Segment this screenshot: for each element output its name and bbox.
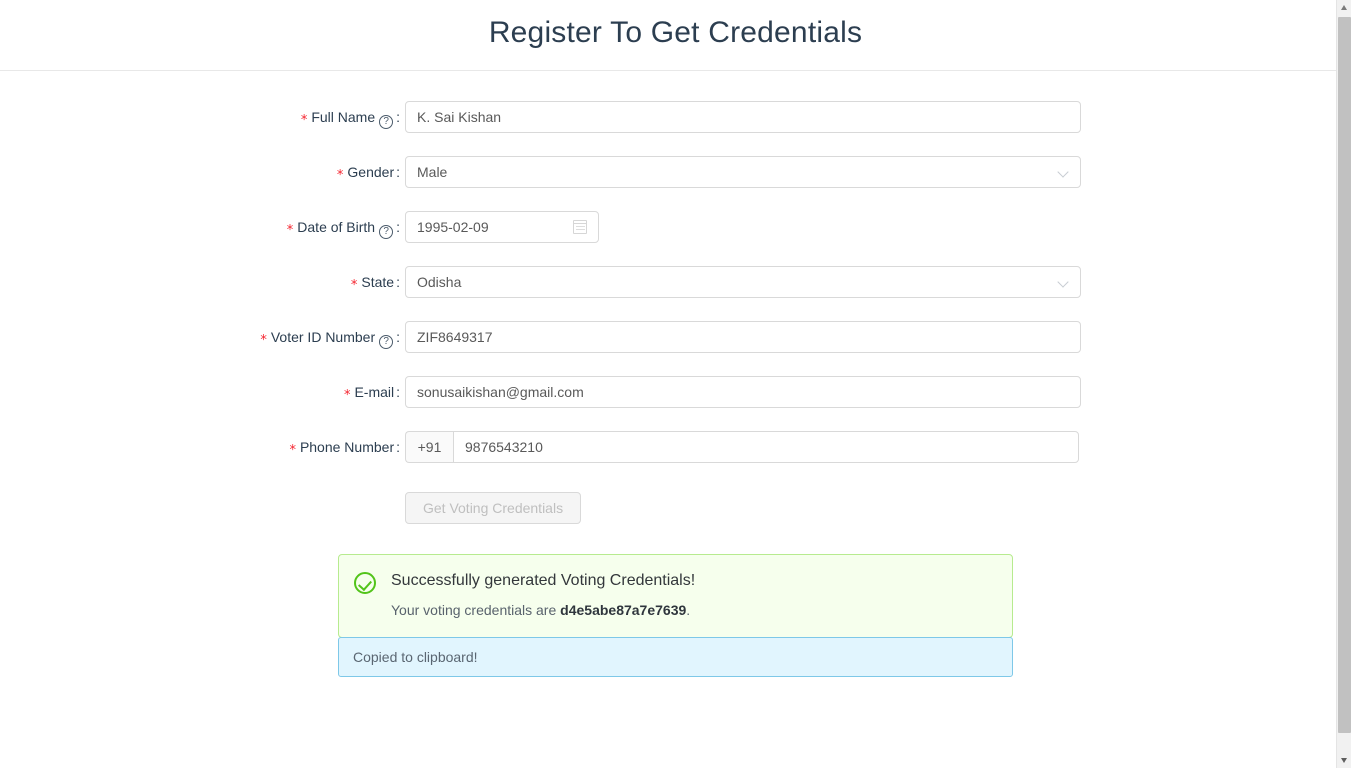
scrollbar-thumb[interactable] xyxy=(1338,17,1351,733)
required-asterisk-icon: * xyxy=(286,223,294,238)
gender-select[interactable]: Male xyxy=(405,156,1081,188)
label-text: Full Name xyxy=(311,109,376,125)
label-phone-number: * Phone Number: xyxy=(0,431,400,463)
label-text: Voter ID Number xyxy=(270,329,376,345)
label-voter-id: * Voter ID Number?: xyxy=(0,321,400,353)
label-colon: : xyxy=(396,109,400,125)
state-selected-value: Odisha xyxy=(417,274,462,290)
label-email: * E-mail: xyxy=(0,376,400,408)
required-asterisk-icon: * xyxy=(260,333,267,348)
control-phone-number: +91 9876543210 xyxy=(405,431,1079,463)
submit-row: Get Voting Credentials xyxy=(0,492,1351,524)
get-voting-credentials-button[interactable]: Get Voting Credentials xyxy=(405,492,582,524)
submit-spacer xyxy=(0,492,405,524)
state-select[interactable]: Odisha xyxy=(405,266,1081,298)
required-asterisk-icon: * xyxy=(300,113,308,128)
required-asterisk-icon: * xyxy=(289,443,296,458)
label-colon: : xyxy=(396,274,400,290)
phone-country-code[interactable]: +91 xyxy=(405,431,453,463)
required-asterisk-icon: * xyxy=(350,278,358,293)
label-colon: : xyxy=(396,329,400,345)
label-text: Date of Birth xyxy=(297,219,376,235)
label-text: Phone Number xyxy=(299,439,395,455)
label-date-of-birth: * Date of Birth?: xyxy=(0,211,400,243)
control-state: Odisha xyxy=(405,266,1081,298)
page-root: Register To Get Credentials * Full Name?:… xyxy=(0,0,1351,768)
label-colon: : xyxy=(396,439,400,455)
credential-desc-suffix: . xyxy=(686,602,691,618)
alerts-container: Successfully generated Voting Credential… xyxy=(338,554,1013,677)
registration-form: * Full Name?: K. Sai Kishan * Gender: Male… xyxy=(0,71,1351,524)
email-input[interactable]: sonusaikishan@gmail.com xyxy=(405,376,1081,408)
check-circle-icon xyxy=(354,572,376,594)
credential-desc-prefix: Your voting credentials are xyxy=(391,602,561,618)
gender-selected-value: Male xyxy=(417,164,448,180)
form-row-phone-number: * Phone Number: +91 9876543210 xyxy=(0,431,1351,463)
help-icon[interactable]: ? xyxy=(379,225,394,239)
calendar-icon[interactable] xyxy=(573,220,587,234)
control-gender: Male xyxy=(405,156,1081,188)
date-of-birth-value: 1995-02-09 xyxy=(417,219,489,235)
label-state: * State: xyxy=(0,266,400,298)
label-colon: : xyxy=(396,384,400,400)
label-text: State xyxy=(361,274,395,290)
chevron-down-icon xyxy=(1059,167,1069,177)
success-alert-description: Your voting credentials are d4e5abe87a7e… xyxy=(391,600,695,620)
form-row-gender: * Gender: Male xyxy=(0,156,1351,188)
credential-value[interactable]: d4e5abe87a7e7639 xyxy=(560,602,686,618)
chevron-down-icon xyxy=(1059,277,1069,287)
scroll-down-arrow-icon[interactable] xyxy=(1337,752,1351,768)
label-colon: : xyxy=(396,219,400,235)
label-text: Gender xyxy=(347,164,395,180)
page-title: Register To Get Credentials xyxy=(488,16,863,49)
control-email: sonusaikishan@gmail.com xyxy=(405,376,1081,408)
control-voter-id: ZIF8649317 xyxy=(405,321,1081,353)
phone-input-group: +91 9876543210 xyxy=(405,431,1079,463)
help-icon[interactable]: ? xyxy=(379,335,394,349)
vertical-scrollbar[interactable] xyxy=(1336,0,1351,768)
success-alert-title: Successfully generated Voting Credential… xyxy=(391,572,696,589)
form-row-full-name: * Full Name?: K. Sai Kishan xyxy=(0,101,1351,133)
full-name-input[interactable]: K. Sai Kishan xyxy=(405,101,1081,133)
label-full-name: * Full Name?: xyxy=(0,101,400,133)
scroll-up-arrow-icon[interactable] xyxy=(1337,0,1351,16)
label-text: E-mail xyxy=(354,384,395,400)
control-full-name: K. Sai Kishan xyxy=(405,101,1081,133)
form-row-voter-id: * Voter ID Number?: ZIF8649317 xyxy=(0,321,1351,353)
success-alert: Successfully generated Voting Credential… xyxy=(338,554,1013,638)
date-of-birth-input[interactable]: 1995-02-09 xyxy=(405,211,599,243)
form-row-date-of-birth: * Date of Birth?: 1995-02-09 xyxy=(0,211,1351,243)
control-date-of-birth: 1995-02-09 xyxy=(405,211,599,243)
required-asterisk-icon: * xyxy=(336,168,344,183)
label-colon: : xyxy=(396,164,400,180)
help-icon[interactable]: ? xyxy=(379,115,394,129)
label-gender: * Gender: xyxy=(0,156,400,188)
success-alert-body: Successfully generated Voting Credential… xyxy=(391,570,695,620)
form-row-state: * State: Odisha xyxy=(0,266,1351,298)
copied-to-clipboard-toast: Copied to clipboard! xyxy=(338,637,1013,677)
form-row-email: * E-mail: sonusaikishan@gmail.com xyxy=(0,376,1351,408)
page-header: Register To Get Credentials xyxy=(0,0,1351,71)
voter-id-input[interactable]: ZIF8649317 xyxy=(405,321,1081,353)
required-asterisk-icon: * xyxy=(343,388,351,403)
phone-number-input[interactable]: 9876543210 xyxy=(453,431,1079,463)
